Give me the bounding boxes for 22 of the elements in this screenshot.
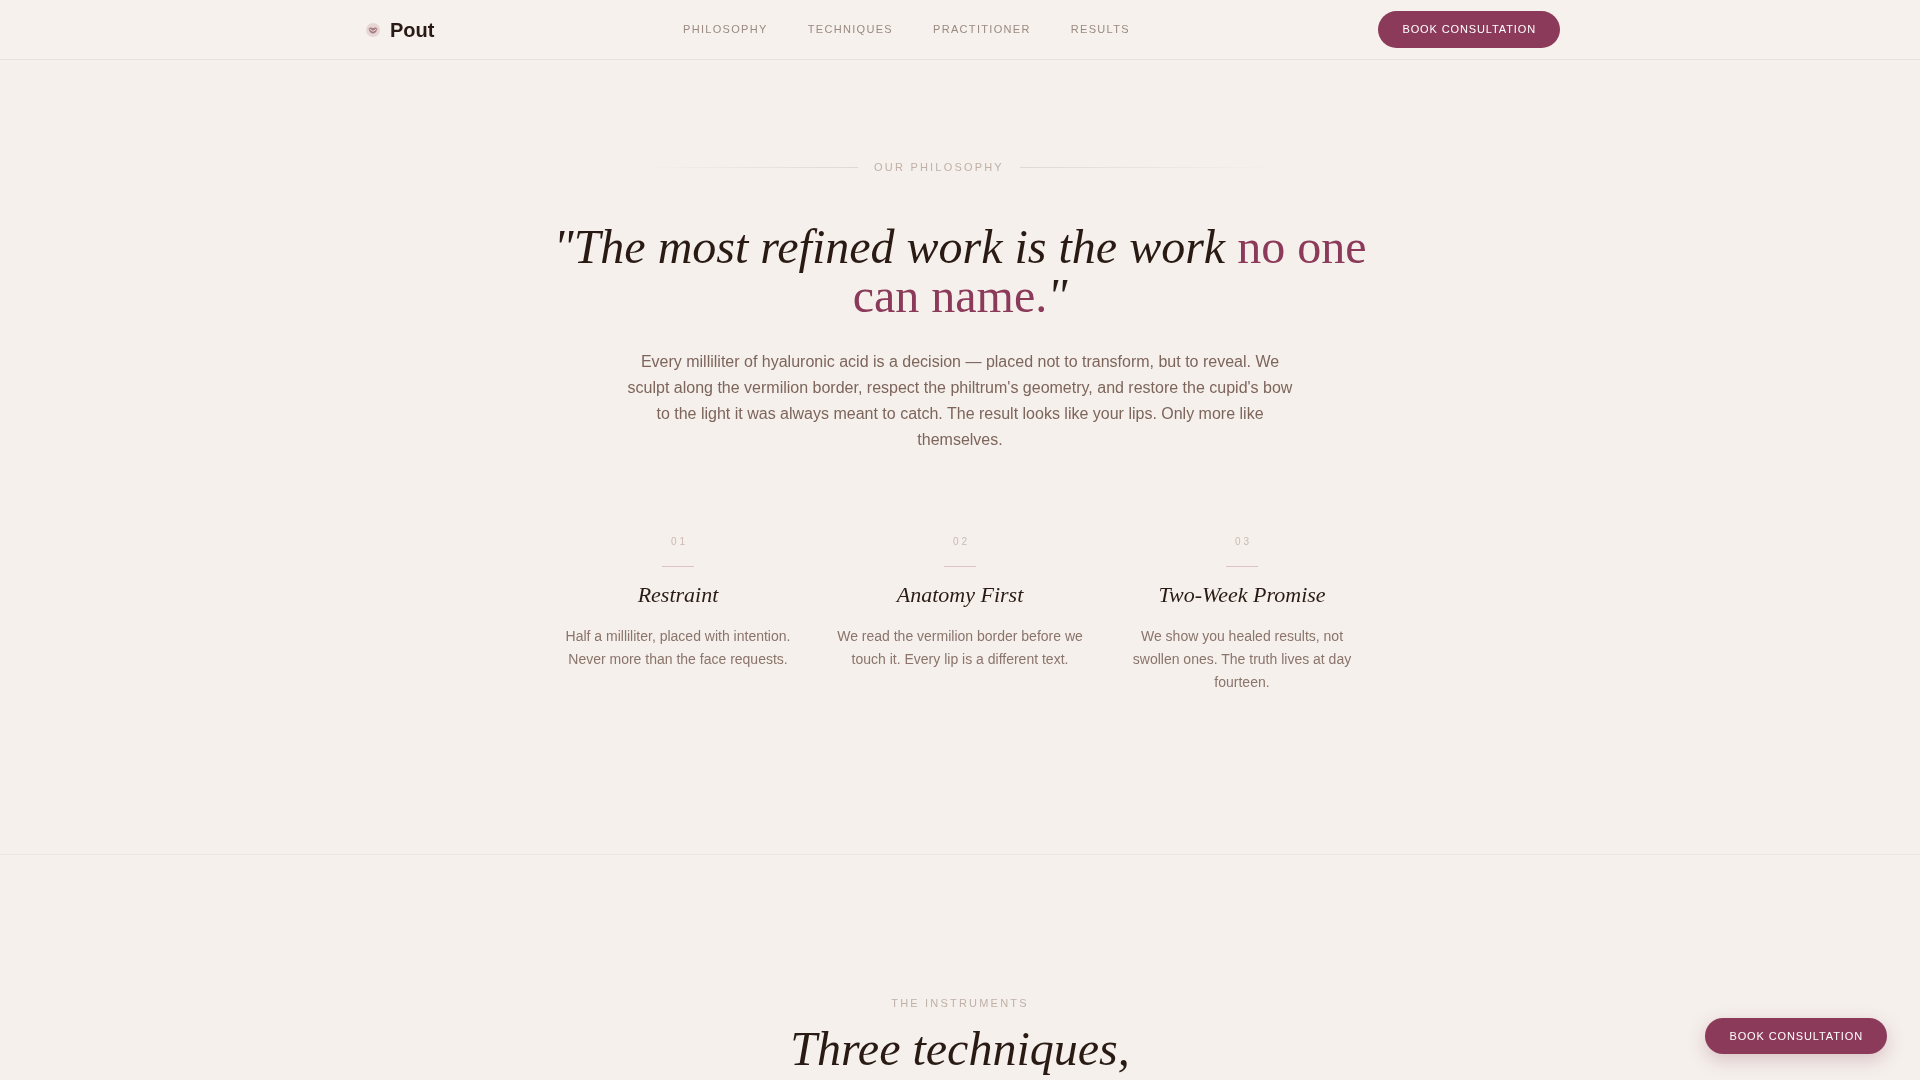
principle-title: Restraint [637,581,719,609]
philosophy-paragraph: Every milliliter of hyaluronic acid is a decision — placed not to transform, but to reveal. We sculpt along the vermilion border, respect the philtrum's geometry, and restore the cupid's bow to the light it was always meant to catch. The result looks like your lips. Only more like themselves. [626,352,1294,450]
nav-link[interactable]: RESULTS [1070,21,1130,38]
nav-link[interactable]: PRACTITIONER [933,21,1031,38]
principle-description: Half a milliliter, placed with intention. Never more than the face requests. [564,627,792,669]
principle-number: 02 [951,535,971,549]
principle-title: Two-Week Promise [1158,581,1326,609]
philosophy-quote: "The most refined work is the work no one can name." [552,222,1368,320]
book-consultation-button[interactable]: BOOK CONSULTATION [1378,11,1560,48]
section-eyebrow: THE INSTRUMENTS [891,996,1029,1011]
section-heading: Three techniques, [790,1021,1130,1077]
principle-number: 01 [669,535,689,549]
brand-name[interactable]: Pout [390,19,435,40]
nav-link[interactable]: PHILOSOPHY [682,21,768,38]
principle-description: We show you healed results, not swollen ones. The truth lives at day fourteen. [1131,627,1353,692]
floating-book-consultation-button[interactable]: BOOK CONSULTATION [1705,1018,1887,1054]
principle-description: We read the vermilion border before we touch it. Every lip is a different text. [836,627,1084,669]
principle-title: Anatomy First [896,581,1024,609]
nav-link[interactable]: TECHNIQUES [807,21,894,38]
lips-logo-icon [366,22,380,37]
section-eyebrow: OUR PHILOSOPHY [874,160,1004,175]
principle-number: 03 [1233,535,1253,549]
